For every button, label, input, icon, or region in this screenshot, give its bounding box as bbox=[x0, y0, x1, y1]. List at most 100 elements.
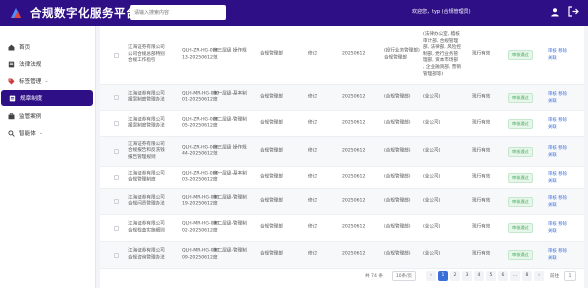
cell-action: 修订 bbox=[308, 198, 318, 204]
cell-related-departments: (全公司) bbox=[423, 148, 441, 154]
sidebar-item-regulations[interactable]: 规章制度 bbox=[1, 90, 93, 106]
page-button[interactable]: 2 bbox=[450, 271, 460, 281]
link-relation[interactable]: 关联 bbox=[548, 125, 557, 130]
row-checkbox[interactable] bbox=[114, 121, 119, 126]
sidebar-item-home[interactable]: 首页 bbox=[0, 39, 94, 55]
cell-date: 20250612 bbox=[342, 174, 366, 180]
cell-scope: (合规管理部) bbox=[384, 148, 411, 154]
sidebar-item-label: 规章制度 bbox=[20, 96, 43, 102]
link-relation[interactable]: 关联 bbox=[548, 153, 557, 158]
table-row[interactable]: 江海证券有限公司 公司合规总部特别 合规工作指引 QLH-ZR-HG-000 13… bbox=[100, 26, 584, 85]
review-link[interactable]: 审核 bbox=[548, 92, 557, 97]
cell-title: 江海证券有限公司 公司合规总部特别 合规工作指引 bbox=[128, 45, 165, 64]
sidebar-item-agent[interactable]: 智能体 ⌄ bbox=[0, 125, 94, 141]
table-row[interactable]: 江海证券有限公司 合规检查实施细则 QLH-MR-HG-000 02-202506… bbox=[100, 215, 584, 242]
review-link[interactable]: 审核 bbox=[548, 49, 557, 54]
row-checkbox[interactable] bbox=[114, 149, 119, 154]
row-checkbox[interactable] bbox=[114, 225, 119, 231]
status-badge: 审核通过 bbox=[508, 223, 533, 233]
remove-link[interactable]: 移除 bbox=[558, 92, 567, 97]
cell-department: 合规管理部 bbox=[260, 174, 283, 180]
review-link[interactable]: 审核 bbox=[548, 249, 557, 254]
cell-level: 第三层级 操作规 范 bbox=[213, 48, 247, 60]
table-row[interactable]: 江海证券有限公司 合规咨询管理办法 QLH-MR-HG-000 09-202506… bbox=[100, 242, 584, 269]
chevron-down-icon: ⌄ bbox=[38, 130, 43, 136]
cell-level: 第二层级-管理制 度 bbox=[213, 116, 247, 129]
cell-title: 江海证券有限公司 合规管理制度 bbox=[128, 170, 165, 183]
review-link[interactable]: 审核 bbox=[548, 146, 557, 151]
page-button[interactable]: 5 bbox=[486, 271, 496, 281]
cell-title: 江海证券有限公司 合规检查实施细则 bbox=[128, 221, 165, 233]
cell-related-departments: (全公司) bbox=[423, 174, 441, 180]
cell-action: 修订 bbox=[308, 120, 318, 126]
user-icon[interactable] bbox=[548, 5, 561, 18]
review-link[interactable]: 审核 bbox=[548, 222, 557, 227]
header-actions bbox=[548, 5, 580, 18]
search-input[interactable] bbox=[130, 5, 226, 20]
row-checkbox[interactable] bbox=[114, 52, 119, 58]
row-checkbox[interactable] bbox=[114, 252, 119, 258]
page-button[interactable]: 3 bbox=[462, 271, 472, 281]
page-button[interactable]: 8 bbox=[522, 271, 532, 281]
cell-related-departments: (全公司) bbox=[423, 198, 441, 204]
review-link[interactable]: 审核 bbox=[548, 172, 557, 177]
review-link[interactable]: 审核 bbox=[548, 118, 557, 123]
link-relation[interactable]: 关联 bbox=[548, 99, 557, 104]
link-relation[interactable]: 关联 bbox=[548, 229, 557, 234]
table-row[interactable]: 江海证券有限公司 合规管理制度 QLH-ZR-HG-000 03-20250612… bbox=[100, 167, 584, 189]
next-page-button[interactable]: › bbox=[534, 271, 544, 281]
remove-link[interactable]: 移除 bbox=[558, 172, 567, 177]
row-checkbox[interactable] bbox=[114, 199, 119, 204]
table-row[interactable]: 江海证券有限公司 报案制度管理办法 QLH-MR-HG-000 01-202506… bbox=[100, 85, 584, 111]
document-icon bbox=[8, 94, 16, 102]
row-checkbox[interactable] bbox=[114, 95, 119, 100]
main-content: 江海证券有限公司 公司合规总部特别 合规工作指引 QLH-ZR-HG-000 13… bbox=[96, 26, 588, 288]
table-row[interactable]: 江海证券有限公司 报案制度管理办法 QLH-ZR-HG-000 05-202506… bbox=[100, 111, 584, 137]
page-ellipsis[interactable]: ... bbox=[510, 271, 520, 281]
sidebar-item-laws[interactable]: 法律法规 bbox=[0, 56, 94, 72]
cell-title: 江海证券有限公司 报案制度管理办法 bbox=[128, 116, 165, 129]
cell-department: 合规管理部 bbox=[260, 120, 283, 126]
cell-status: 现行有效 bbox=[472, 251, 491, 257]
logout-icon[interactable] bbox=[567, 5, 580, 18]
remove-link[interactable]: 移除 bbox=[558, 49, 567, 54]
status-badge: 审核通过 bbox=[508, 250, 533, 260]
sidebar-item-cases[interactable]: 监管案例 bbox=[0, 108, 94, 124]
table-row[interactable]: 江海证券有限公司 合规报告和反洗钱 报告管理规则 QLH-ZR-HG-000 44… bbox=[100, 137, 584, 167]
sidebar-item-label: 智能体 bbox=[19, 131, 36, 137]
row-actions: 审核 移除 关联 bbox=[548, 221, 567, 235]
row-actions: 审核 移除 关联 bbox=[548, 248, 567, 262]
cell-level: 第二层级-管理制 度 bbox=[213, 221, 247, 233]
remove-link[interactable]: 移除 bbox=[558, 118, 567, 123]
sidebar-item-label: 标签管理 bbox=[19, 79, 42, 85]
cell-date: 20250612 bbox=[342, 120, 366, 126]
goto-page-input[interactable]: 1 bbox=[564, 271, 576, 281]
page-button[interactable]: 1 bbox=[438, 271, 448, 281]
page-size-select[interactable]: 10条/页 bbox=[392, 271, 416, 281]
cell-scope: (合规管理部) bbox=[384, 224, 411, 230]
prev-page-button[interactable]: ‹ bbox=[426, 271, 436, 281]
review-link[interactable]: 审核 bbox=[548, 196, 557, 201]
cell-related-departments: (法律办公室, 稽核 审计部, 合规管理 部, 法律部, 风险控 制部, 党行业… bbox=[423, 31, 461, 77]
remove-link[interactable]: 移除 bbox=[558, 196, 567, 201]
link-relation[interactable]: 关联 bbox=[548, 203, 557, 208]
cell-date: 20250612 bbox=[342, 51, 366, 57]
cell-date: 20250612 bbox=[342, 224, 366, 230]
link-relation[interactable]: 关联 bbox=[548, 256, 557, 261]
row-checkbox[interactable] bbox=[114, 175, 119, 180]
cell-department: 合规管理部 bbox=[260, 51, 283, 57]
remove-link[interactable]: 移除 bbox=[558, 249, 567, 254]
page-button[interactable]: 6 bbox=[498, 271, 508, 281]
link-relation[interactable]: 关联 bbox=[548, 56, 557, 61]
link-relation[interactable]: 关联 bbox=[548, 179, 557, 184]
cell-scope: (合规管理部) bbox=[384, 198, 411, 204]
row-actions: 审核 移除 关联 bbox=[548, 117, 567, 131]
sidebar-item-label: 监管案例 bbox=[19, 114, 42, 120]
table-row[interactable]: 江海证券有限公司 合规问责管理办法 QLH-MR-HG-000 19-202506… bbox=[100, 189, 584, 215]
law-icon bbox=[7, 60, 15, 68]
page-button[interactable]: 4 bbox=[474, 271, 484, 281]
sidebar-item-tags[interactable]: 标签管理 ⌄ bbox=[0, 73, 94, 89]
remove-link[interactable]: 移除 bbox=[558, 146, 567, 151]
cell-title: 江海证券有限公司 报案制度管理办法 bbox=[128, 90, 165, 103]
remove-link[interactable]: 移除 bbox=[558, 222, 567, 227]
